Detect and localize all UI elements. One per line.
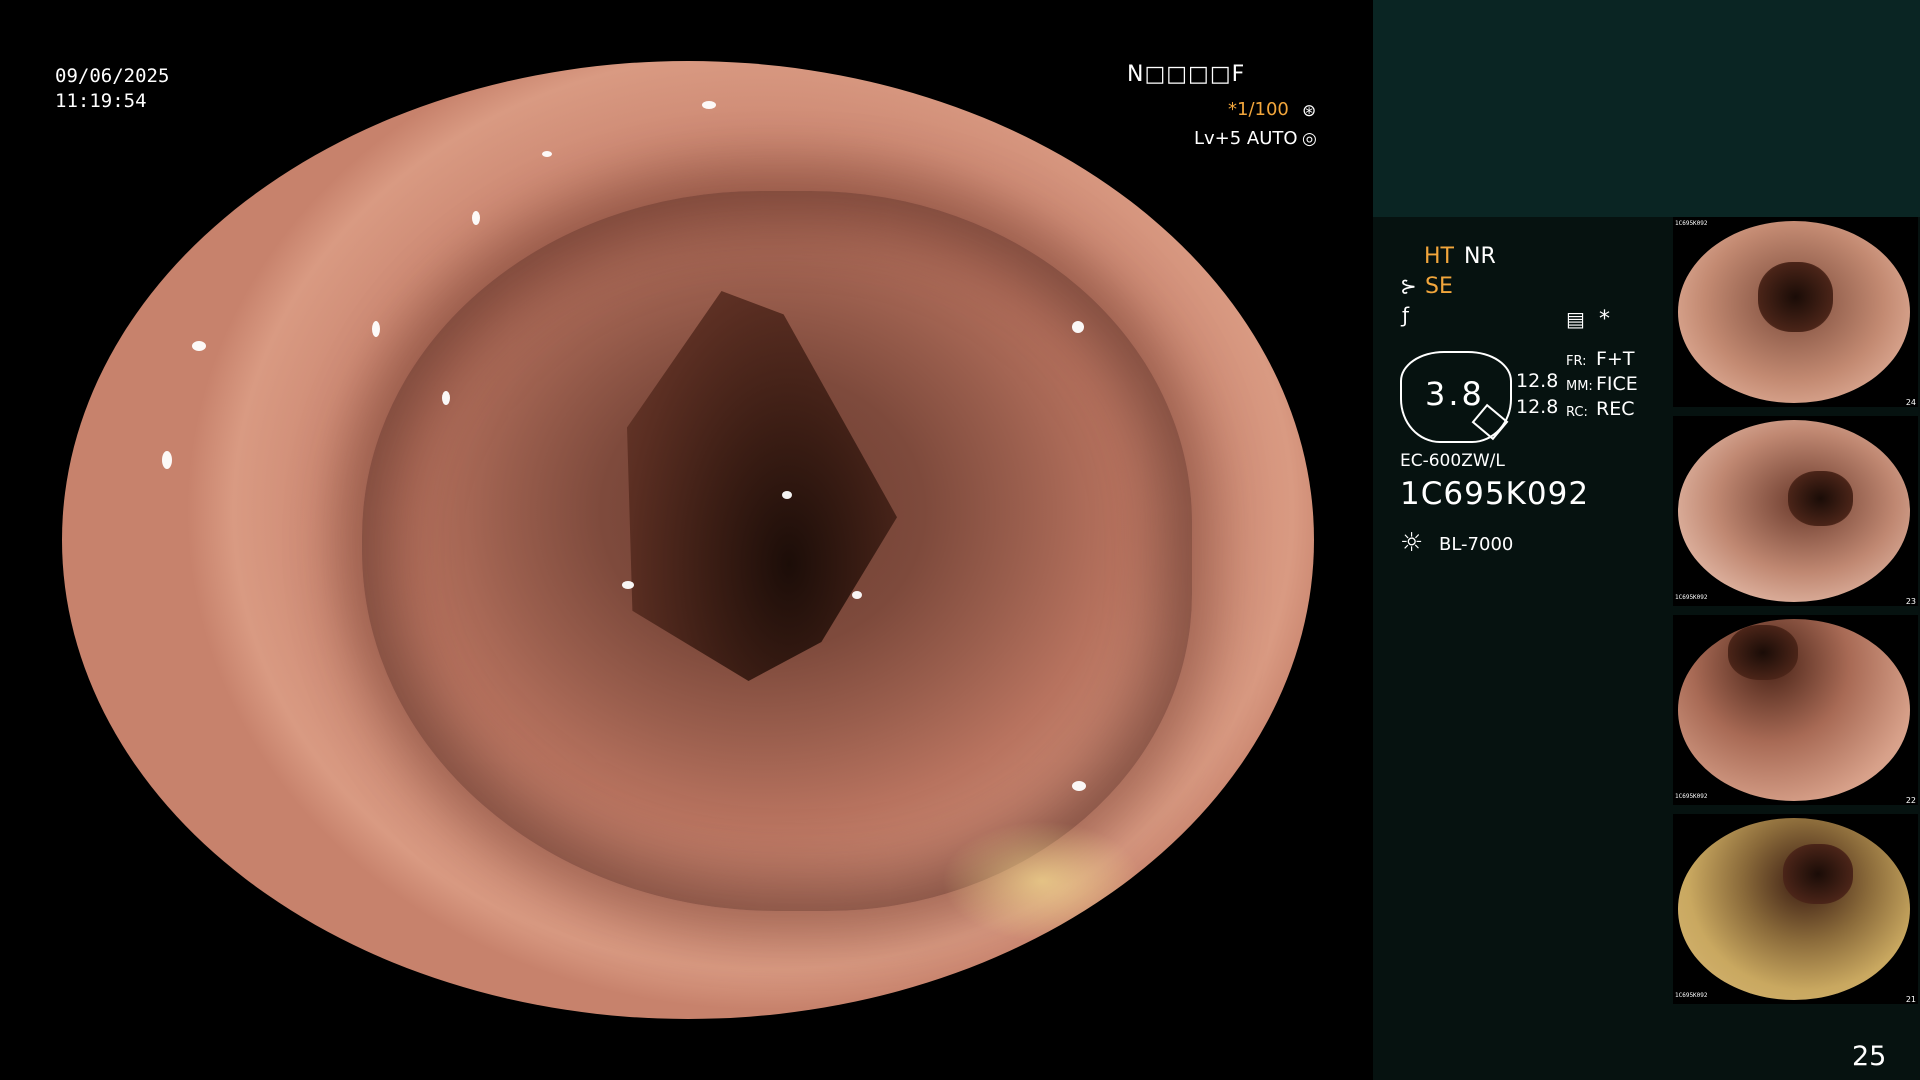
thumbnail-lumen: [1788, 471, 1853, 526]
panel-header: [1373, 0, 1920, 217]
reflection: [472, 211, 480, 225]
thumbnail-number: 21: [1905, 995, 1916, 1004]
capture-thumbnail[interactable]: 1C695K092 21: [1673, 814, 1918, 1004]
thumbnail-number: 22: [1905, 796, 1916, 805]
rc-value: REC: [1596, 398, 1635, 420]
scope-serial: 1C695K092: [1400, 476, 1590, 512]
capture-thumbnail[interactable]: 1C695K092 24: [1673, 217, 1918, 407]
lamp-icon: ☼: [1400, 528, 1424, 558]
setting-value-2: 12.8: [1516, 396, 1559, 418]
reflection: [852, 591, 862, 599]
ht-mode: HT: [1424, 244, 1454, 269]
fr-label: FR:: [1566, 354, 1587, 369]
star-indicator: *: [1599, 307, 1610, 332]
page-number: 25: [1852, 1041, 1887, 1072]
reflection: [1072, 781, 1086, 791]
thumbnail-serial: 1C695K092: [1675, 220, 1708, 227]
thumbnail-number: 23: [1905, 597, 1916, 606]
thumbnail-image: [1678, 818, 1910, 1000]
reflection: [622, 581, 634, 589]
mm-value: FICE: [1596, 373, 1638, 395]
endoscope-view: 09/06/2025 11:19:54 N□□□□F *1/100 ⊛ Lv+5…: [0, 0, 1373, 1080]
thumbnail-serial: 1C695K092: [1675, 793, 1708, 800]
reflection: [442, 391, 450, 405]
light-source: BL-7000: [1439, 534, 1514, 555]
capture-thumbnail[interactable]: 1C695K092 23: [1673, 416, 1918, 606]
exam-time: 11:19:54: [55, 90, 147, 112]
thumbnail-lumen: [1758, 262, 1833, 332]
se-mode: SE: [1425, 274, 1453, 299]
reflection: [192, 341, 206, 351]
aperture-icon: ⊛: [1302, 101, 1317, 121]
brightness-level: Lv+5 AUTO: [1194, 128, 1298, 149]
capture-thumbnail[interactable]: 1C695K092 22: [1673, 615, 1918, 805]
menu-icon: ▤: [1566, 307, 1585, 331]
thumbnail-serial: 1C695K092: [1675, 594, 1708, 601]
reflection: [702, 101, 716, 109]
setting-value-1: 12.8: [1516, 370, 1559, 392]
endoscopic-image: [62, 61, 1314, 1019]
exam-date: 09/06/2025: [55, 65, 170, 87]
fr-value: F+T: [1596, 348, 1635, 370]
f-stop-icon: ƒ: [1402, 303, 1410, 327]
rc-label: RC:: [1566, 405, 1588, 420]
reflection: [782, 491, 792, 499]
reflection: [372, 321, 380, 337]
nr-mode: NR: [1464, 244, 1496, 269]
reflection: [162, 451, 172, 469]
reflection: [1072, 321, 1084, 333]
thumbnail-serial: 1C695K092: [1675, 992, 1708, 999]
scope-model: EC-600ZW/L: [1400, 451, 1505, 471]
scope-icon: ⊱: [1400, 274, 1417, 298]
thumbnail-lumen: [1783, 844, 1853, 904]
patient-id: N□□□□F: [1127, 62, 1246, 87]
shutter-speed: *1/100: [1228, 99, 1289, 120]
mm-label: MM:: [1566, 379, 1593, 394]
zoom-value: 3.8: [1425, 375, 1485, 413]
thumbnail-lumen: [1728, 625, 1798, 680]
thumbnail-number: 24: [1905, 398, 1916, 407]
bile-stain: [942, 821, 1142, 941]
iris-icon: ◎: [1302, 129, 1317, 149]
reflection: [542, 151, 552, 157]
